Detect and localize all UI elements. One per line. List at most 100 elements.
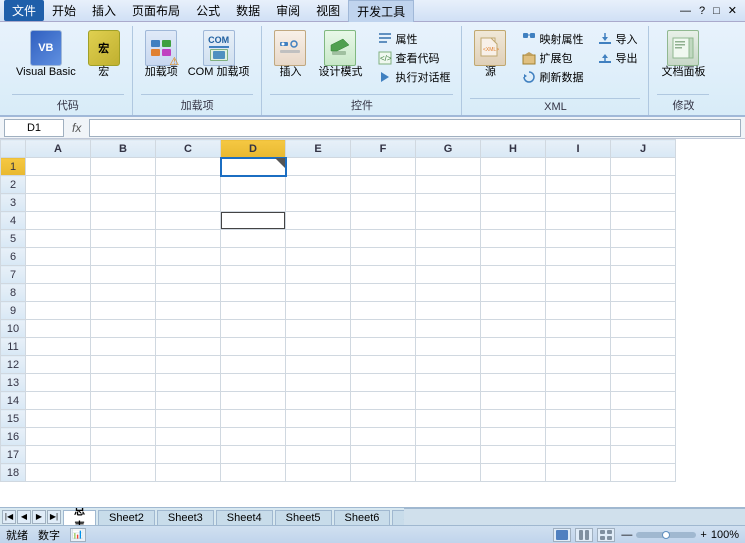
cell-E14[interactable] bbox=[286, 392, 351, 410]
row-header-13[interactable]: 13 bbox=[1, 374, 26, 392]
row-header-18[interactable]: 18 bbox=[1, 464, 26, 482]
cell-C1[interactable] bbox=[156, 158, 221, 176]
menu-formula[interactable]: 公式 bbox=[188, 0, 228, 21]
cell-I13[interactable] bbox=[546, 374, 611, 392]
cell-H4[interactable] bbox=[481, 212, 546, 230]
window-restore[interactable]: □ bbox=[709, 5, 724, 17]
cell-G7[interactable] bbox=[416, 266, 481, 284]
cell-A15[interactable] bbox=[26, 410, 91, 428]
cell-B6[interactable] bbox=[91, 248, 156, 266]
row-header-14[interactable]: 14 bbox=[1, 392, 26, 410]
row-header-5[interactable]: 5 bbox=[1, 230, 26, 248]
cell-I10[interactable] bbox=[546, 320, 611, 338]
cell-C12[interactable] bbox=[156, 356, 221, 374]
cell-F11[interactable] bbox=[351, 338, 416, 356]
cell-A7[interactable] bbox=[26, 266, 91, 284]
cell-F12[interactable] bbox=[351, 356, 416, 374]
cell-J7[interactable] bbox=[611, 266, 676, 284]
cell-J18[interactable] bbox=[611, 464, 676, 482]
cell-G4[interactable] bbox=[416, 212, 481, 230]
cell-J1[interactable] bbox=[611, 158, 676, 176]
sheet-tab-Sheet6[interactable]: Sheet6 bbox=[334, 510, 391, 526]
cell-B5[interactable] bbox=[91, 230, 156, 248]
cell-H10[interactable] bbox=[481, 320, 546, 338]
cell-A16[interactable] bbox=[26, 428, 91, 446]
cell-I8[interactable] bbox=[546, 284, 611, 302]
row-header-17[interactable]: 17 bbox=[1, 446, 26, 464]
window-close[interactable]: ✕ bbox=[724, 4, 741, 17]
cell-J12[interactable] bbox=[611, 356, 676, 374]
cell-A12[interactable] bbox=[26, 356, 91, 374]
refresh-data-button[interactable]: 刷新数据 bbox=[518, 68, 586, 86]
expand-package-button[interactable]: 扩展包 bbox=[518, 49, 586, 67]
window-help[interactable]: ? bbox=[695, 5, 709, 17]
cell-A18[interactable] bbox=[26, 464, 91, 482]
source-button[interactable]: <XML> 源 bbox=[470, 28, 510, 81]
cell-H12[interactable] bbox=[481, 356, 546, 374]
cell-A8[interactable] bbox=[26, 284, 91, 302]
cell-I16[interactable] bbox=[546, 428, 611, 446]
cell-E12[interactable] bbox=[286, 356, 351, 374]
cell-F1[interactable] bbox=[351, 158, 416, 176]
com-addin-button[interactable]: COM COM 加载项 bbox=[184, 28, 254, 81]
cell-J5[interactable] bbox=[611, 230, 676, 248]
cell-I1[interactable] bbox=[546, 158, 611, 176]
row-header-6[interactable]: 6 bbox=[1, 248, 26, 266]
cell-H6[interactable] bbox=[481, 248, 546, 266]
properties-button[interactable]: 属性 bbox=[374, 30, 453, 48]
col-header-I[interactable]: I bbox=[546, 140, 611, 158]
cell-G13[interactable] bbox=[416, 374, 481, 392]
cell-E11[interactable] bbox=[286, 338, 351, 356]
name-box[interactable] bbox=[4, 119, 64, 137]
cell-E7[interactable] bbox=[286, 266, 351, 284]
tab-scroll-area[interactable] bbox=[404, 508, 745, 525]
cell-G3[interactable] bbox=[416, 194, 481, 212]
cell-D17[interactable] bbox=[221, 446, 286, 464]
cell-C15[interactable] bbox=[156, 410, 221, 428]
cell-A17[interactable] bbox=[26, 446, 91, 464]
cell-I12[interactable] bbox=[546, 356, 611, 374]
cell-F14[interactable] bbox=[351, 392, 416, 410]
col-header-A[interactable]: A bbox=[26, 140, 91, 158]
cell-C14[interactable] bbox=[156, 392, 221, 410]
tab-first-button[interactable]: |◀ bbox=[2, 510, 16, 524]
cell-E18[interactable] bbox=[286, 464, 351, 482]
cell-B8[interactable] bbox=[91, 284, 156, 302]
cell-J15[interactable] bbox=[611, 410, 676, 428]
cell-H16[interactable] bbox=[481, 428, 546, 446]
cell-I7[interactable] bbox=[546, 266, 611, 284]
cell-D4[interactable] bbox=[221, 212, 286, 230]
cell-A1[interactable] bbox=[26, 158, 91, 176]
cell-G16[interactable] bbox=[416, 428, 481, 446]
cell-C2[interactable] bbox=[156, 176, 221, 194]
cell-G12[interactable] bbox=[416, 356, 481, 374]
cell-E5[interactable] bbox=[286, 230, 351, 248]
col-header-H[interactable]: H bbox=[481, 140, 546, 158]
cell-D15[interactable] bbox=[221, 410, 286, 428]
cell-D13[interactable] bbox=[221, 374, 286, 392]
cell-C9[interactable] bbox=[156, 302, 221, 320]
row-header-8[interactable]: 8 bbox=[1, 284, 26, 302]
cell-H17[interactable] bbox=[481, 446, 546, 464]
cell-F5[interactable] bbox=[351, 230, 416, 248]
sheet-tab-Sheet7[interactable]: Sheet7 bbox=[392, 510, 404, 526]
cell-I18[interactable] bbox=[546, 464, 611, 482]
cell-G18[interactable] bbox=[416, 464, 481, 482]
row-header-2[interactable]: 2 bbox=[1, 176, 26, 194]
cell-A9[interactable] bbox=[26, 302, 91, 320]
cell-F17[interactable] bbox=[351, 446, 416, 464]
cell-J2[interactable] bbox=[611, 176, 676, 194]
cell-A10[interactable] bbox=[26, 320, 91, 338]
cell-E3[interactable] bbox=[286, 194, 351, 212]
cell-E1[interactable] bbox=[286, 158, 351, 176]
page-layout-view-button[interactable] bbox=[575, 528, 593, 542]
cell-C3[interactable] bbox=[156, 194, 221, 212]
addin-button[interactable]: ⚠ 加载项 bbox=[141, 28, 182, 81]
menu-file[interactable]: 文件 bbox=[4, 0, 44, 21]
spreadsheet-scroll[interactable]: ABCDEFGHIJ 123456789101112131415161718 bbox=[0, 139, 745, 507]
normal-view-button[interactable] bbox=[553, 528, 571, 542]
cell-J4[interactable] bbox=[611, 212, 676, 230]
row-header-15[interactable]: 15 bbox=[1, 410, 26, 428]
run-dialog-button[interactable]: 执行对话框 bbox=[374, 68, 453, 86]
cell-E6[interactable] bbox=[286, 248, 351, 266]
